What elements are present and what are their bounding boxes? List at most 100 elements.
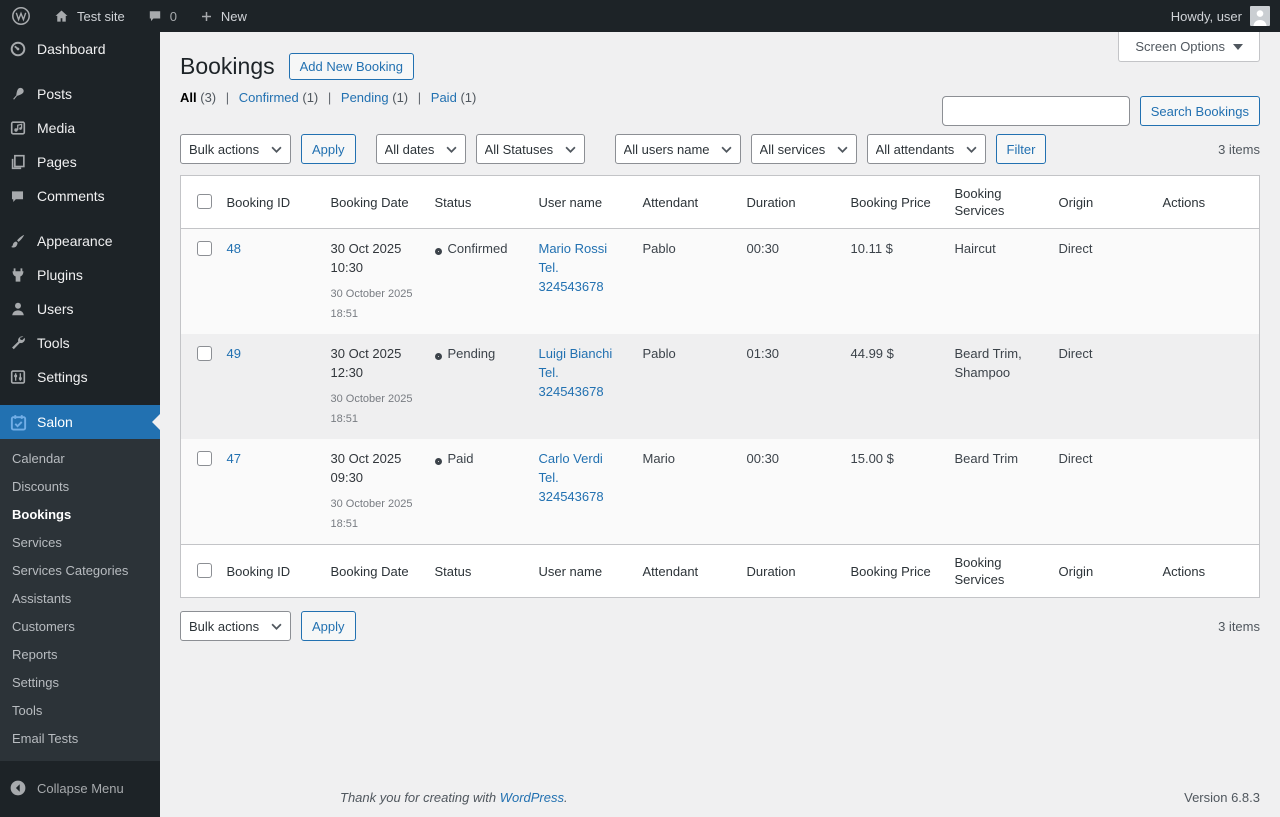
column-footer-booking-services: Booking Services bbox=[944, 544, 1049, 598]
submenu-item-discounts[interactable]: Discounts bbox=[0, 473, 160, 501]
screen-options-label: Screen Options bbox=[1135, 39, 1225, 54]
submenu-item-tools[interactable]: Tools bbox=[0, 697, 160, 725]
booking-created-date: 30 October 2025 18:51 bbox=[330, 393, 413, 425]
sidebar-item-salon[interactable]: Salon bbox=[0, 405, 160, 439]
attendant-cell: Mario bbox=[642, 451, 676, 466]
bulk-actions-select[interactable]: Bulk actions bbox=[180, 134, 291, 164]
items-count: 3 items bbox=[1218, 618, 1260, 634]
filter-button[interactable]: Filter bbox=[995, 134, 1047, 164]
wordpress-link[interactable]: WordPress bbox=[500, 790, 564, 805]
booking-created-date: 30 October 2025 18:51 bbox=[330, 498, 413, 530]
sidebar-item-plugins[interactable]: Plugins bbox=[0, 258, 160, 292]
view-all-count: (3) bbox=[200, 90, 217, 105]
submenu-item-assistants[interactable]: Assistants bbox=[0, 585, 160, 613]
services-filter-select[interactable]: All services bbox=[750, 134, 857, 164]
view-paid-link[interactable]: Paid bbox=[431, 90, 457, 105]
new-content-menu[interactable]: New bbox=[188, 0, 258, 32]
view-all-link[interactable]: All bbox=[180, 90, 197, 105]
collapse-menu-button[interactable]: Collapse Menu bbox=[0, 771, 160, 805]
table-row: 48 30 Oct 2025 10:30 30 October 2025 18:… bbox=[180, 228, 1260, 335]
column-header-status: Status bbox=[424, 175, 529, 229]
dashboard-icon bbox=[9, 40, 29, 58]
booking-id-link[interactable]: 49 bbox=[227, 346, 241, 361]
sidebar-item-label: Users bbox=[37, 301, 74, 317]
duration-cell: 00:30 bbox=[746, 241, 780, 256]
sidebar-item-pages[interactable]: Pages bbox=[0, 145, 160, 179]
status-badge: Paid bbox=[447, 451, 474, 466]
submenu-item-settings[interactable]: Settings bbox=[0, 669, 160, 697]
bulk-actions-select-bottom[interactable]: Bulk actions bbox=[180, 611, 291, 641]
status-circle-icon bbox=[434, 353, 442, 360]
dates-filter-select[interactable]: All dates bbox=[375, 134, 466, 164]
sidebar-item-tools[interactable]: Tools bbox=[0, 326, 160, 360]
submenu-item-services-categories[interactable]: Services Categories bbox=[0, 557, 160, 585]
users-filter-select[interactable]: All users name bbox=[614, 134, 741, 164]
footer-version: Version 6.8.3 bbox=[1184, 790, 1260, 805]
sidebar-item-dashboard[interactable]: Dashboard bbox=[0, 32, 160, 66]
search-input[interactable] bbox=[941, 96, 1130, 126]
table-row: 47 30 Oct 2025 09:30 30 October 2025 18:… bbox=[180, 439, 1260, 545]
sidebar-item-appearance[interactable]: Appearance bbox=[0, 224, 160, 258]
row-checkbox[interactable] bbox=[197, 241, 212, 256]
sidebar-item-users[interactable]: Users bbox=[0, 292, 160, 326]
row-checkbox[interactable] bbox=[197, 346, 212, 361]
sidebar-item-label: Salon bbox=[37, 414, 73, 430]
view-pending-link[interactable]: Pending bbox=[341, 90, 389, 105]
wordpress-logo-icon bbox=[11, 6, 31, 26]
booking-date: 30 Oct 2025 09:30 bbox=[330, 451, 402, 485]
submenu-item-reports[interactable]: Reports bbox=[0, 641, 160, 669]
user-icon bbox=[9, 300, 29, 318]
wordpress-logo-menu[interactable] bbox=[0, 0, 42, 32]
booking-created-date: 30 October 2025 18:51 bbox=[330, 288, 413, 320]
statuses-filter-select[interactable]: All Statuses bbox=[475, 134, 585, 164]
sidebar-item-media[interactable]: Media bbox=[0, 111, 160, 145]
duration-cell: 00:30 bbox=[746, 451, 780, 466]
avatar[interactable] bbox=[1250, 6, 1270, 26]
pages-icon bbox=[9, 153, 29, 171]
submenu-item-calendar[interactable]: Calendar bbox=[0, 445, 160, 473]
services-cell: Beard Trim, Shampoo bbox=[954, 346, 1022, 380]
search-bookings-button[interactable]: Search Bookings bbox=[1139, 96, 1260, 126]
column-footer-booking-price: Booking Price bbox=[840, 544, 945, 598]
bookings-table: Booking ID Booking Date Status User name… bbox=[180, 175, 1260, 598]
column-header-booking-price: Booking Price bbox=[840, 175, 945, 229]
select-all-checkbox[interactable] bbox=[197, 562, 212, 578]
column-header-user-name: User name bbox=[528, 175, 633, 229]
sidebar-item-settings[interactable]: Settings bbox=[0, 360, 160, 394]
apply-button-bottom[interactable]: Apply bbox=[301, 611, 356, 641]
comments-menu[interactable]: 0 bbox=[136, 0, 188, 32]
page-title: Bookings bbox=[180, 53, 275, 79]
status-badge: Pending bbox=[447, 346, 496, 361]
submenu-item-services[interactable]: Services bbox=[0, 529, 160, 557]
select-all-checkbox[interactable] bbox=[197, 193, 212, 209]
actions-cell bbox=[1153, 229, 1260, 335]
user-name-link[interactable]: Mario Rossi Tel. 324543678 bbox=[539, 241, 608, 294]
screen-options-button[interactable]: Screen Options bbox=[1118, 32, 1260, 62]
booking-id-link[interactable]: 48 bbox=[227, 241, 241, 256]
column-footer-status: Status bbox=[424, 544, 529, 598]
calendar-check-icon bbox=[9, 413, 29, 432]
admin-bar: Test site 0 New Howdy, user bbox=[0, 0, 1280, 32]
booking-date: 30 Oct 2025 12:30 bbox=[330, 346, 402, 380]
user-name-link[interactable]: Luigi Bianchi Tel. 324543678 bbox=[539, 346, 613, 399]
column-footer-origin: Origin bbox=[1048, 544, 1153, 598]
add-new-booking-button[interactable]: Add New Booking bbox=[288, 52, 414, 80]
column-header-duration: Duration bbox=[736, 175, 841, 229]
column-footer-booking-id: Booking ID bbox=[216, 544, 321, 598]
apply-button[interactable]: Apply bbox=[301, 134, 356, 164]
sidebar-item-comments[interactable]: Comments bbox=[0, 179, 160, 213]
paintbrush-icon bbox=[9, 232, 29, 250]
services-cell: Beard Trim bbox=[954, 451, 1019, 466]
booking-id-link[interactable]: 47 bbox=[227, 451, 241, 466]
site-name-menu[interactable]: Test site bbox=[42, 0, 136, 32]
submenu-item-email-tests[interactable]: Email Tests bbox=[0, 725, 160, 753]
column-header-booking-id: Booking ID bbox=[216, 175, 321, 229]
sidebar-item-posts[interactable]: Posts bbox=[0, 77, 160, 111]
howdy-user-menu[interactable]: Howdy, user bbox=[1171, 0, 1242, 32]
user-name-link[interactable]: Carlo Verdi Tel. 324543678 bbox=[539, 451, 604, 504]
view-confirmed-link[interactable]: Confirmed bbox=[239, 90, 299, 105]
submenu-item-bookings[interactable]: Bookings bbox=[0, 501, 160, 529]
attendants-filter-select[interactable]: All attendants bbox=[866, 134, 986, 164]
submenu-item-customers[interactable]: Customers bbox=[0, 613, 160, 641]
row-checkbox[interactable] bbox=[197, 451, 212, 466]
